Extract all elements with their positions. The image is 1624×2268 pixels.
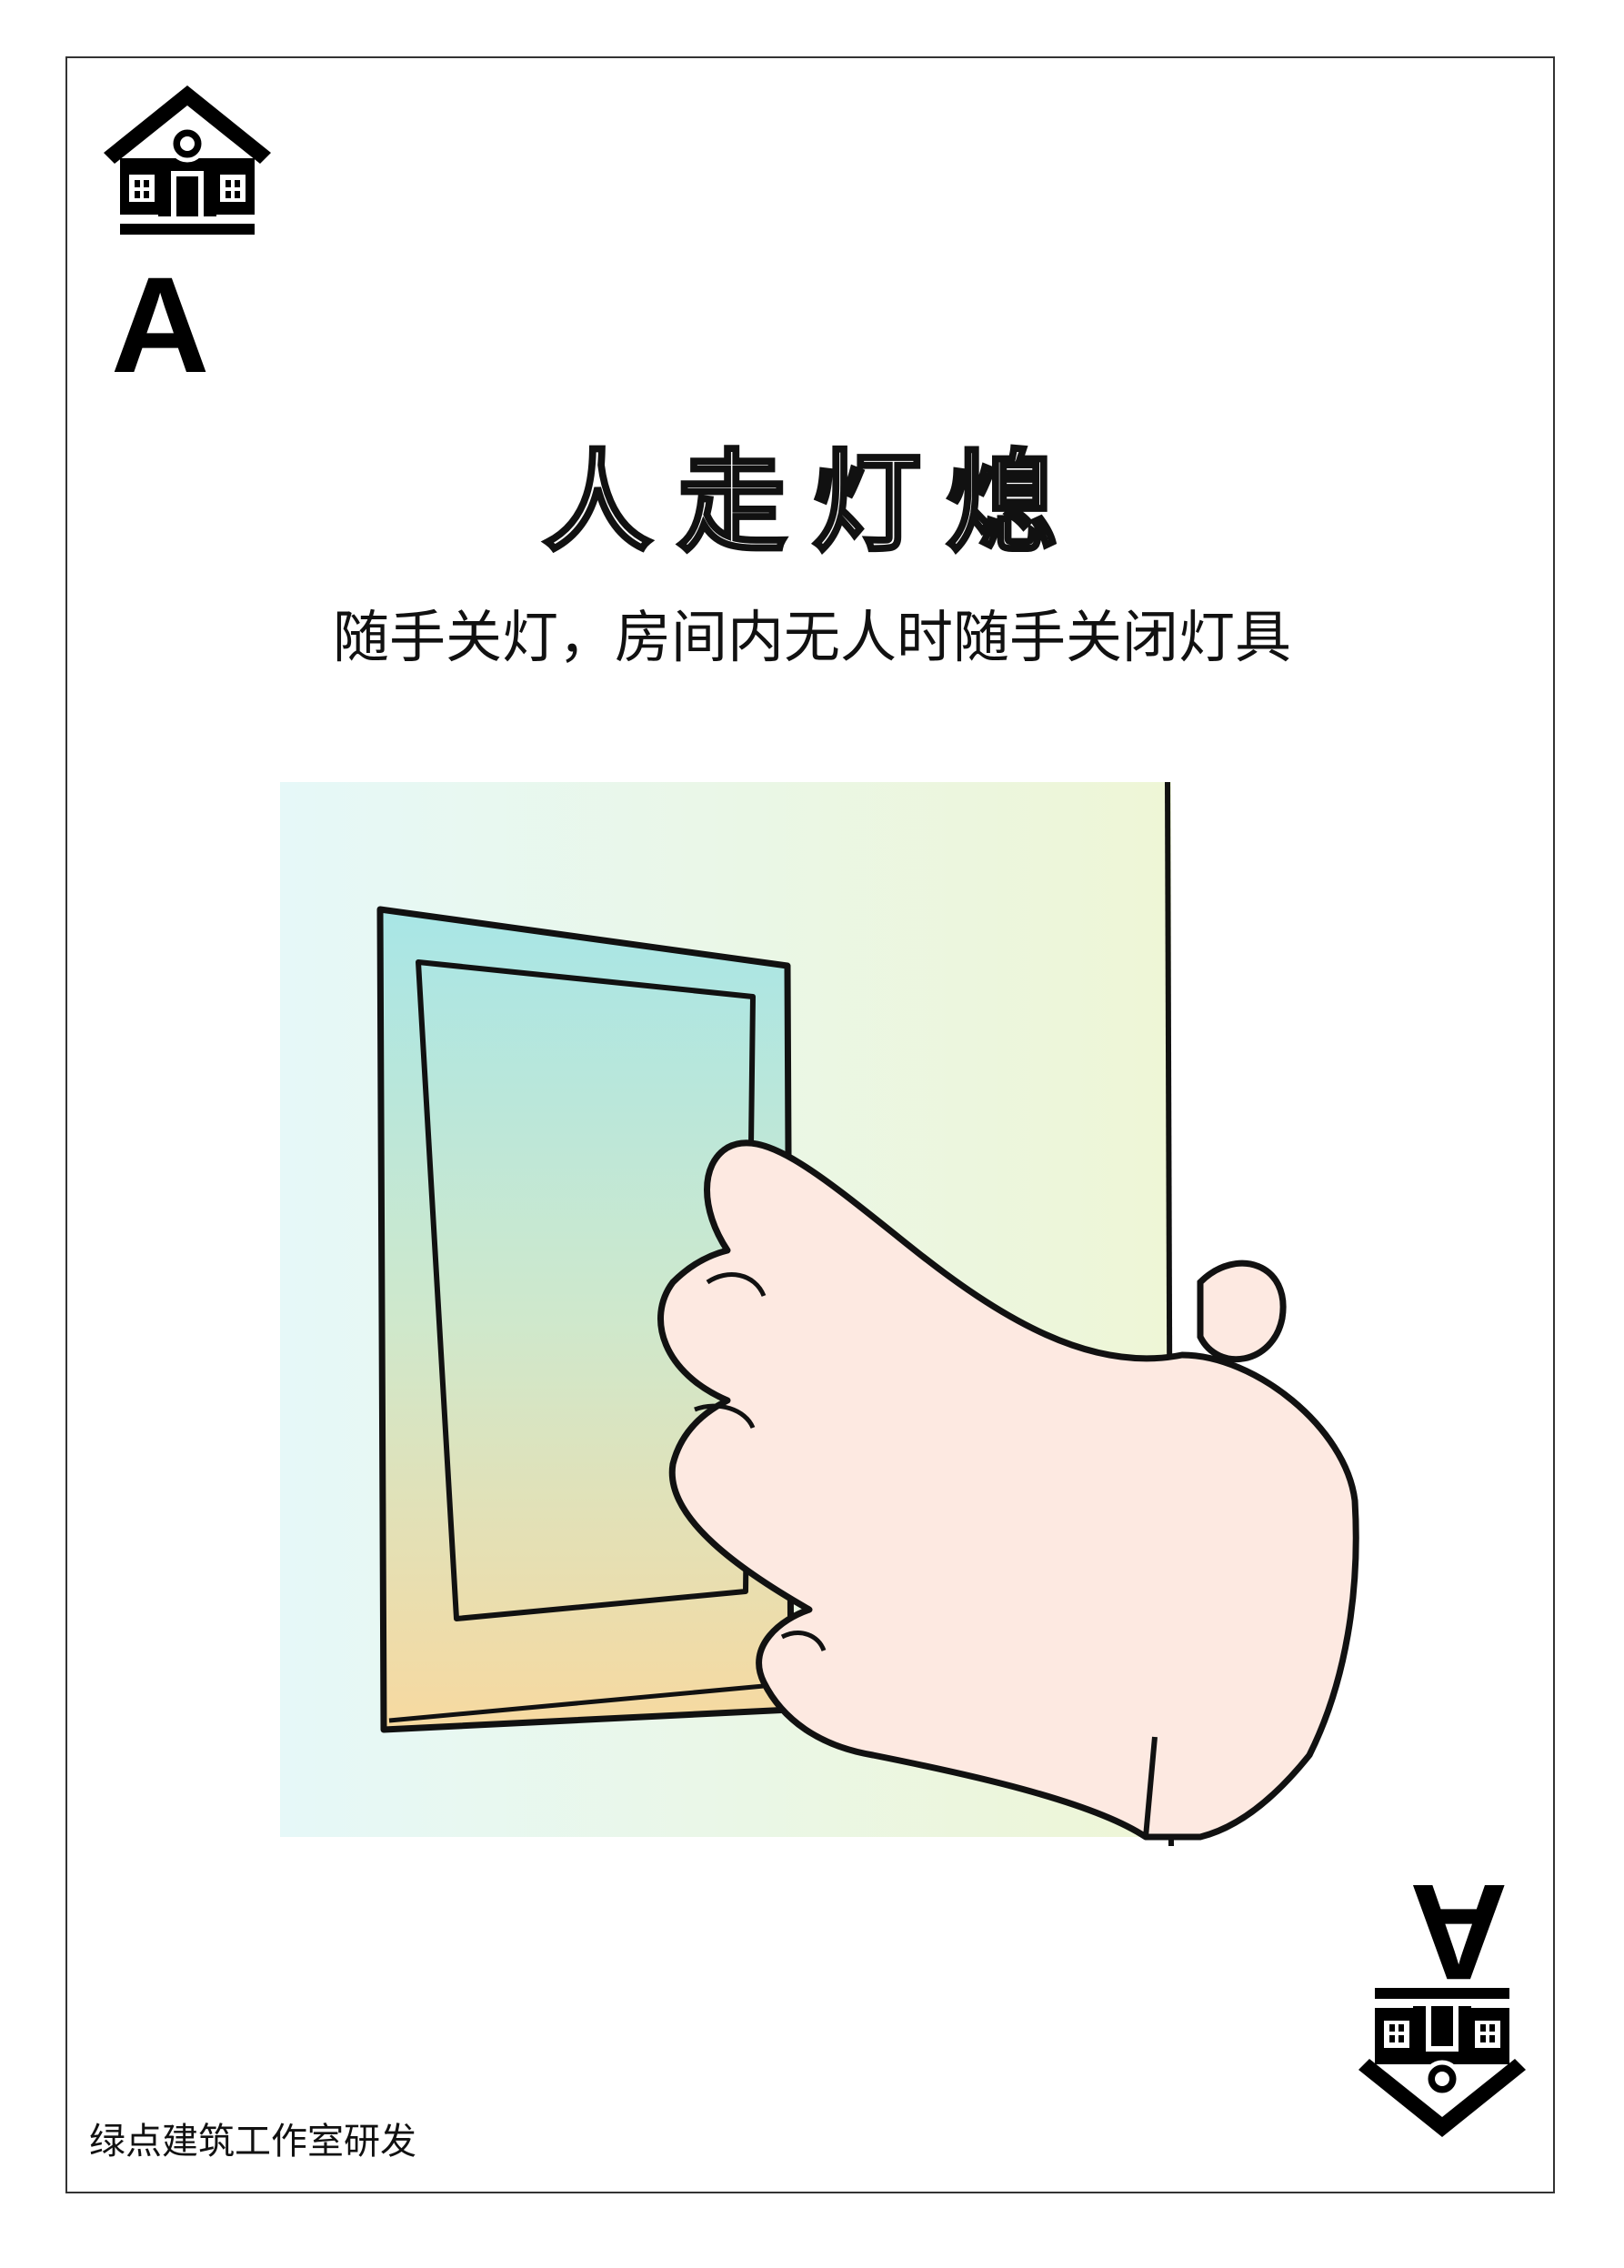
card-title: 人走灯熄	[541, 438, 1081, 568]
light-switch-illustration	[280, 781, 1359, 1846]
card-subtitle: 随手关灯，房间内无人时随手关闭灯具	[332, 604, 1291, 670]
studio-credit: 绿点建筑工作室研发	[89, 2121, 416, 2163]
rank-label-inverted: A	[1409, 1856, 1509, 2009]
thumb	[1197, 1259, 1287, 1363]
house-icon	[104, 85, 271, 235]
rank-label: A	[111, 248, 210, 401]
